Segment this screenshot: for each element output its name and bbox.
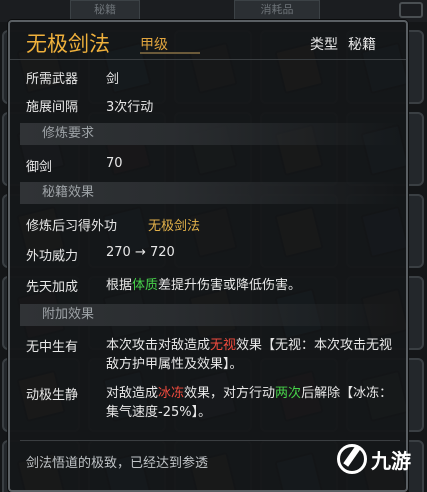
corner-ornament-icon [399, 2, 423, 18]
extra-2-highlight-1: 冰冻 [158, 386, 185, 401]
requirement-label: 御剑 [26, 160, 53, 175]
item-type-value: 秘籍 [348, 37, 376, 53]
tab-consumables[interactable]: 消耗品 [234, 0, 320, 20]
required-weapon-label: 所需武器 [26, 72, 79, 87]
watermark-text: 九游 [371, 448, 411, 473]
watermark: 九游 [337, 444, 411, 474]
extra-effect-1-desc: 本次攻击对敌造成无视效果【无视：本次攻击无视敌方护甲属性及效果】。 [106, 336, 396, 374]
skill-power-label: 外功威力 [26, 249, 79, 264]
item-flavor-text: 剑法悟道的极致，已经达到参透 [26, 456, 209, 471]
cast-interval-value: 3次行动 [106, 100, 154, 115]
requirement-value: 70 [106, 156, 123, 171]
item-name: 无极剑法 [26, 32, 110, 56]
watermark-logo-icon [337, 444, 367, 474]
innate-text-pre: 根据 [106, 278, 133, 293]
learned-skill-value: 无极剑法 [148, 219, 201, 234]
footer-divider [20, 440, 400, 441]
tab-secret-books[interactable]: 秘籍 [70, 0, 140, 20]
section-extra: 附加效果 [20, 304, 400, 326]
section-requirements: 修炼要求 [20, 123, 400, 145]
innate-highlight: 体质 [132, 278, 159, 293]
skill-power-value: 270 → 720 [106, 245, 175, 260]
inventory-tab-bar: 秘籍 消耗品 [0, 0, 427, 22]
section-effects: 秘籍效果 [20, 182, 400, 204]
item-type-label: 类型 [310, 37, 338, 53]
extra-1-highlight: 无视 [210, 338, 237, 353]
innate-text-post: 差提升伤害或降低伤害。 [158, 278, 302, 293]
extra-2-highlight-2: 两次 [275, 386, 302, 401]
required-weapon-value: 剑 [106, 72, 120, 87]
extra-effect-2-desc: 对敌造成冰冻效果，对方行动两次后解除【冰冻：集气速度-25%】。 [106, 384, 396, 422]
extra-effect-2-label: 动极生静 [26, 388, 79, 403]
item-grade: 甲级 [140, 37, 168, 53]
innate-bonus-label: 先天加成 [26, 280, 79, 295]
extra-2-pre: 对敌造成 [106, 386, 159, 401]
extra-1-pre: 本次攻击对敌造成 [106, 338, 211, 353]
extra-effect-1-label: 无中生有 [26, 340, 79, 355]
cast-interval-label: 施展间隔 [26, 100, 79, 115]
extra-2-mid: 效果，对方行动 [184, 386, 276, 401]
innate-bonus-desc: 根据体质差提升伤害或降低伤害。 [106, 276, 396, 295]
learned-skill-label: 修炼后习得外功 [26, 219, 118, 234]
grade-underline [140, 52, 200, 54]
tooltip-header: 无极剑法 甲级 类型 秘籍 [10, 22, 406, 60]
item-tooltip: 无极剑法 甲级 类型 秘籍 所需武器 剑 施展间隔 3次行动 修炼要求 御剑 7… [8, 20, 408, 492]
